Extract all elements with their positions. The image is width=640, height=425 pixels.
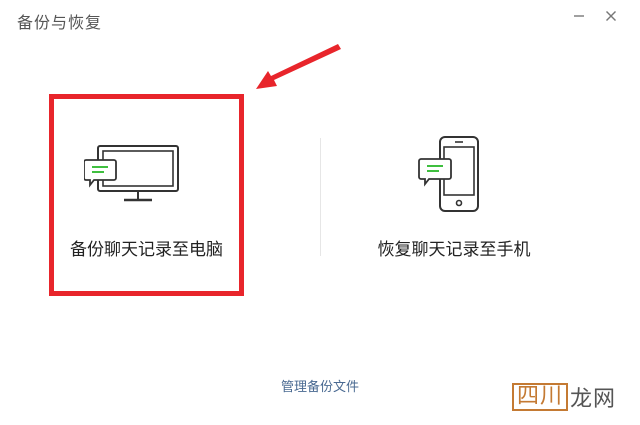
backup-to-pc-option[interactable]: 备份聊天记录至电脑 (54, 99, 239, 291)
close-icon (606, 11, 616, 21)
watermark-text: 龙网 (570, 387, 617, 412)
watermark-logo: 四川 龙网 (512, 382, 616, 412)
phone-chat-icon (418, 136, 479, 212)
backup-to-pc-label: 备份聊天记录至电脑 (70, 240, 223, 260)
minimize-icon (574, 15, 584, 17)
restore-to-phone-label: 恢复聊天记录至手机 (377, 240, 531, 260)
watermark-boxed-text: 四川 (512, 383, 569, 411)
restore-to-phone-option[interactable]: 恢复聊天记录至手机 (330, 99, 590, 291)
options-divider (320, 138, 321, 256)
computer-chat-icon (84, 145, 179, 202)
minimize-button[interactable] (568, 5, 590, 27)
close-button[interactable] (600, 5, 622, 27)
annotation-arrow (256, 44, 341, 89)
backup-restore-window: 备份与恢复 备份聊天记录至电脑 恢复聊天记录至手机 管理备份文件 四川 龙网 (0, 0, 640, 425)
window-title: 备份与恢复 (17, 13, 103, 32)
